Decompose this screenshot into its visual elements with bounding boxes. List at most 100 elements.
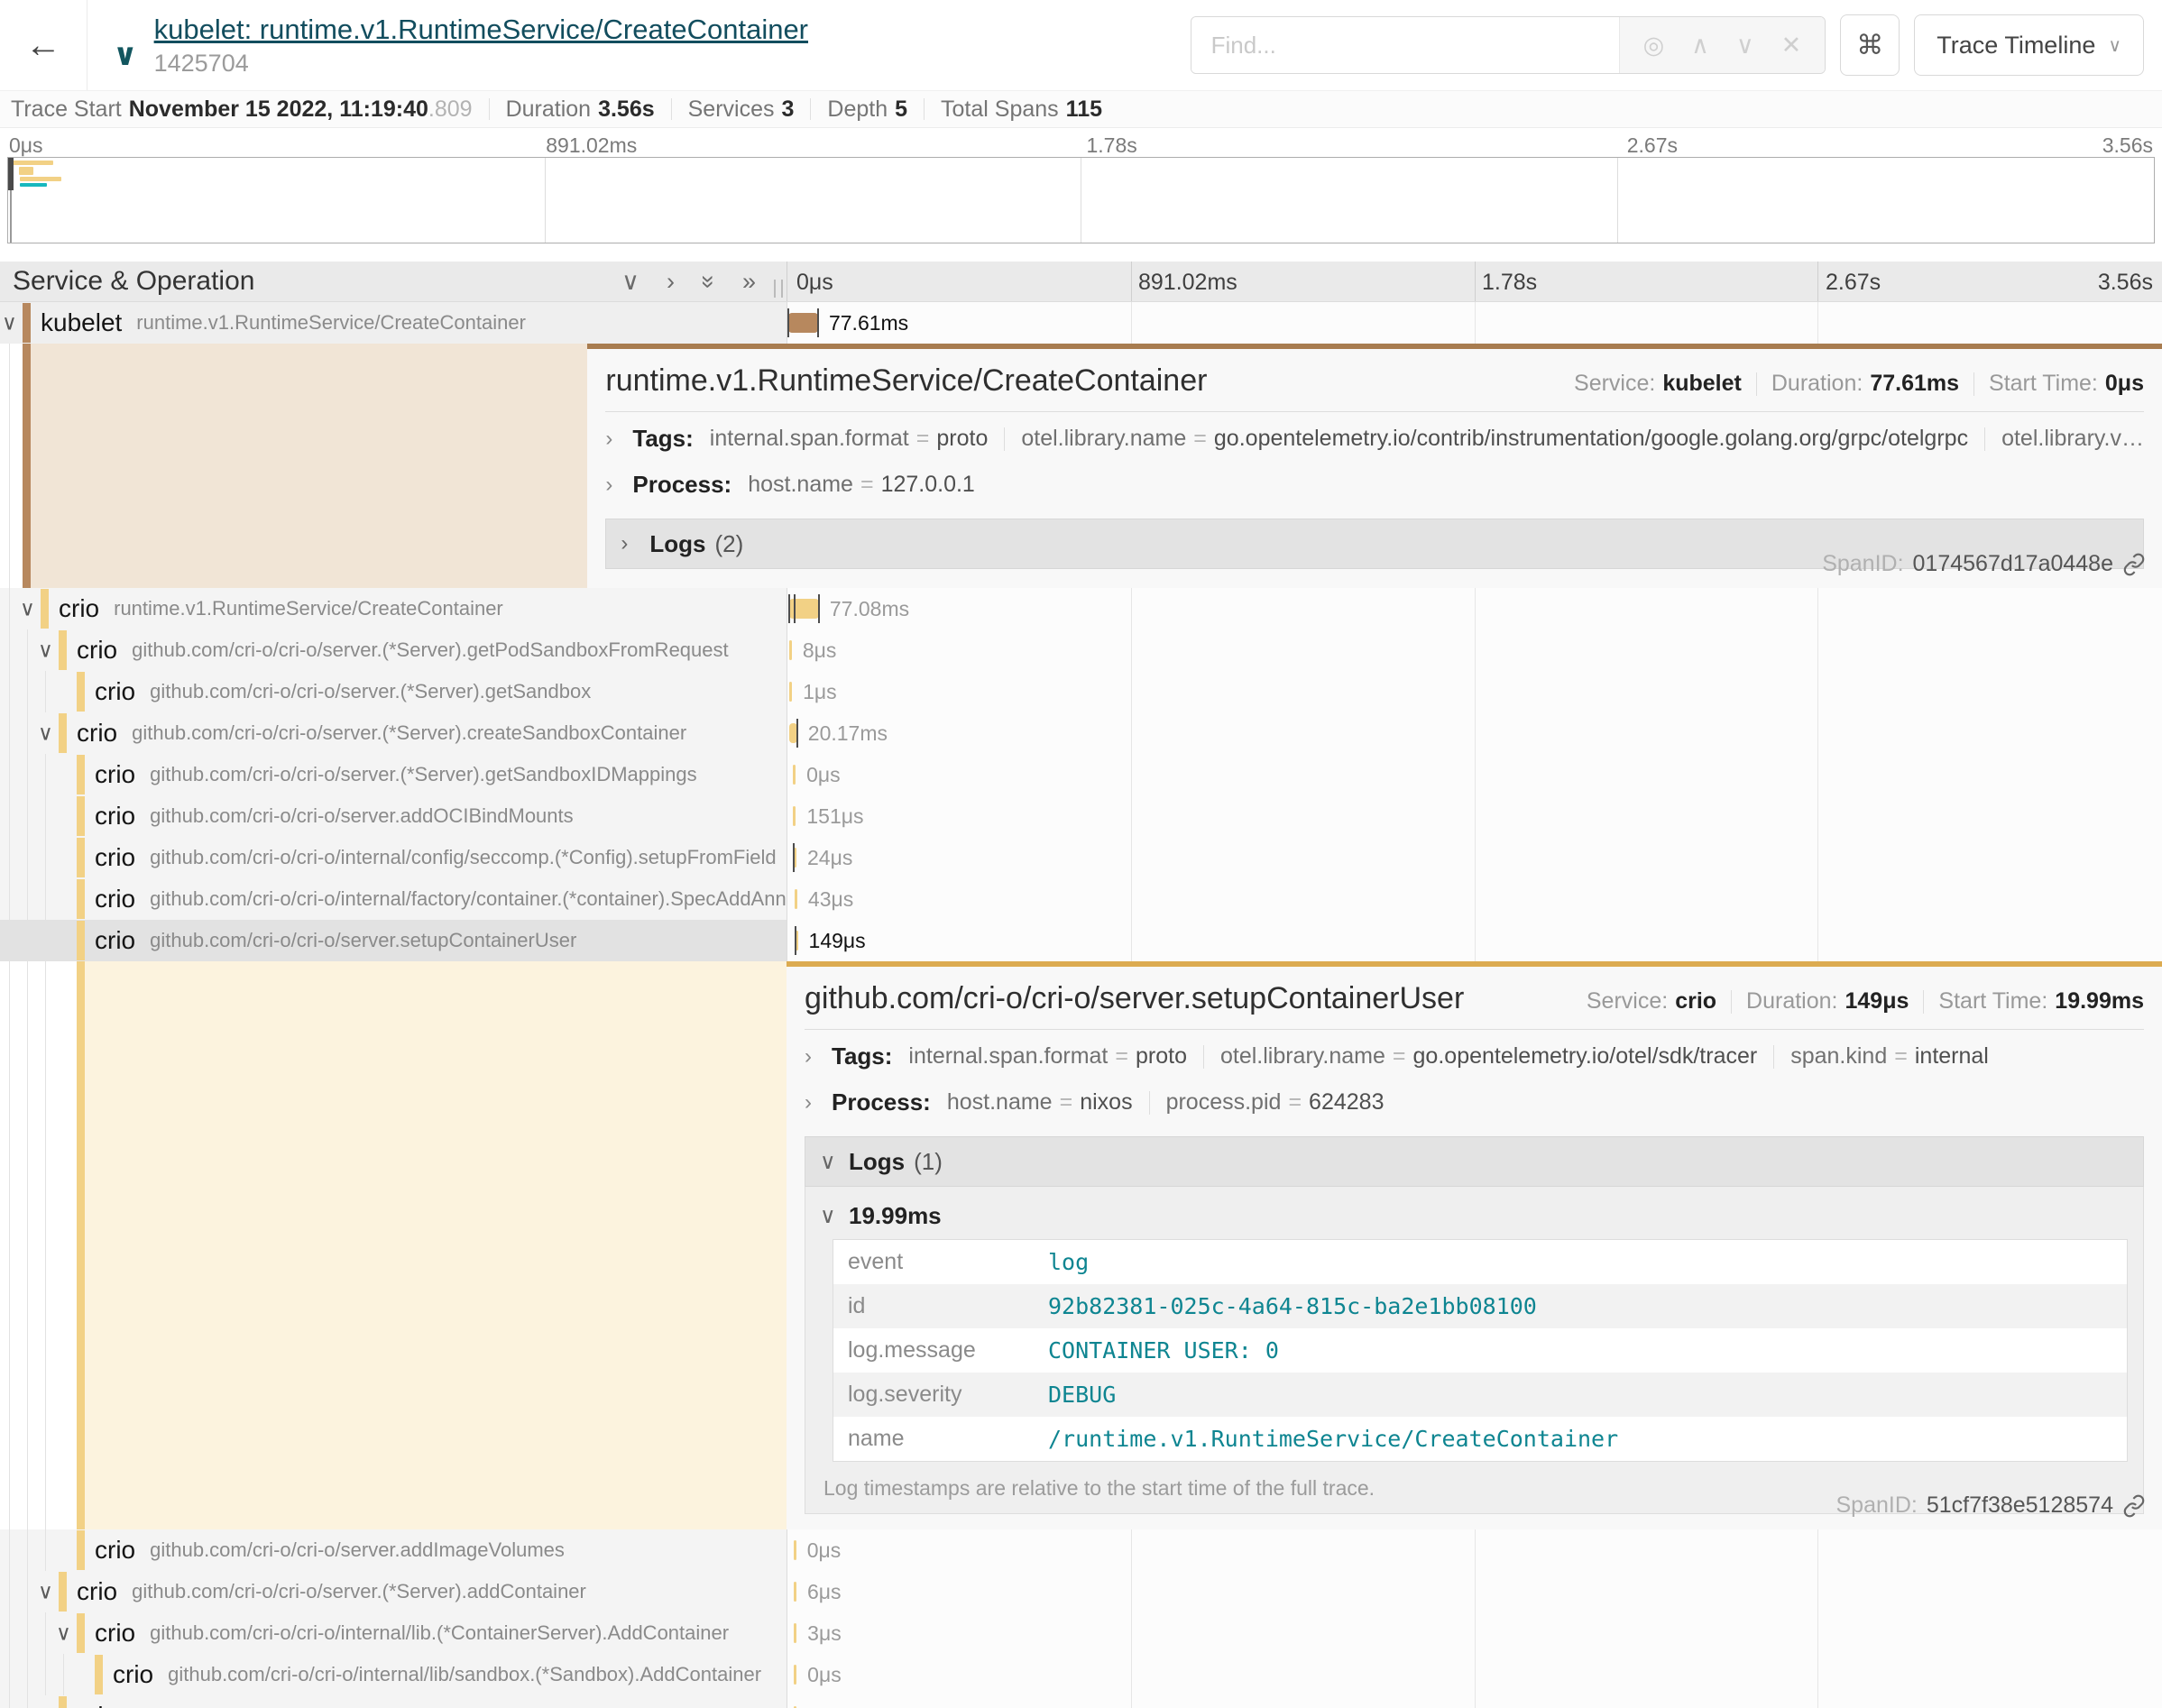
span-bar[interactable] — [789, 599, 819, 619]
span-bar[interactable] — [788, 313, 818, 333]
minimap-scrubber-handle[interactable] — [8, 158, 14, 190]
span-row[interactable]: ∨criogithub.com/cri-o/cri-o/server.(*Ser… — [0, 1571, 2162, 1612]
span-bar[interactable] — [794, 1540, 796, 1560]
copy-link-icon[interactable] — [2122, 1494, 2146, 1518]
span-bar[interactable] — [794, 1582, 796, 1602]
clear-search-icon[interactable]: ✕ — [1781, 32, 1802, 60]
span-name-cell[interactable]: criogithub.com/cri-o/cri-o/server.addOCI… — [0, 795, 787, 837]
span-bar[interactable] — [794, 848, 796, 868]
span-row[interactable]: criogithub.com/cri-o/cri-o/internal/fact… — [0, 878, 2162, 920]
locate-icon[interactable]: ◎ — [1643, 32, 1665, 60]
span-bar[interactable] — [789, 640, 792, 660]
trace-title-link[interactable]: kubelet: runtime.v1.RuntimeService/Creat… — [154, 14, 808, 45]
span-bar[interactable] — [793, 806, 796, 826]
collapse-trace-chevron-icon[interactable]: ∨ — [113, 37, 138, 73]
span-name-cell[interactable]: criogithub.com/cri-o/cri-o/server.(*Serv… — [0, 671, 787, 712]
tag-pill[interactable]: process.pid=624283 — [1166, 1089, 1385, 1116]
span-timeline-cell[interactable]: 77.08ms — [787, 588, 2162, 629]
span-bar[interactable] — [795, 889, 797, 909]
collapse-all-icon[interactable]: » — [695, 274, 722, 288]
process-accordion[interactable]: › Process: host.name=nixosprocess.pid=62… — [805, 1079, 2144, 1125]
column-resize-handle[interactable] — [774, 280, 783, 298]
span-row[interactable]: criogithub.com/cri-o/cri-o/server.(*Serv… — [0, 754, 2162, 795]
span-timeline-cell[interactable]: 24μs — [787, 837, 2162, 878]
tag-pill[interactable]: internal.span.format=proto — [908, 1043, 1187, 1070]
expand-all-icon[interactable]: » — [742, 268, 756, 296]
span-name-cell[interactable]: criogithub.com/cri-o/cri-o/server.(*Serv… — [0, 1695, 787, 1708]
span-name-cell[interactable]: ∨criogithub.com/cri-o/cri-o/internal/lib… — [0, 1612, 787, 1654]
trace-minimap[interactable] — [7, 157, 2155, 243]
tag-pill[interactable]: otel.library.name=go.opentelemetry.io/ot… — [1220, 1043, 1757, 1070]
span-timeline-cell[interactable]: 6μs — [787, 1571, 2162, 1612]
expand-chevron-icon[interactable]: ∨ — [38, 638, 53, 663]
tags-accordion[interactable]: › Tags: internal.span.format=protootel.l… — [605, 416, 2144, 462]
span-row[interactable]: criogithub.com/cri-o/cri-o/internal/conf… — [0, 837, 2162, 878]
span-bar[interactable] — [789, 682, 792, 702]
back-button[interactable]: ← — [0, 0, 87, 90]
expand-chevron-icon[interactable]: ∨ — [38, 721, 53, 746]
span-timeline-cell[interactable]: 77.61ms — [787, 302, 2162, 344]
tag-pill[interactable]: otel.library.v… — [2001, 426, 2144, 452]
span-timeline-cell[interactable]: 1μs — [787, 671, 2162, 712]
span-timeline-cell[interactable]: 149μs — [787, 920, 2162, 961]
find-input[interactable] — [1191, 17, 1619, 73]
tag-pill[interactable]: host.name=nixos — [947, 1089, 1133, 1116]
expand-one-icon[interactable]: › — [667, 268, 675, 296]
span-row[interactable]: ∨kubeletruntime.v1.RuntimeService/Create… — [0, 302, 2162, 344]
span-name-cell[interactable]: ∨criogithub.com/cri-o/cri-o/server.(*Ser… — [0, 712, 787, 754]
log-timestamp-accordion[interactable]: ∨ 19.99ms — [820, 1192, 2129, 1239]
logs-accordion-expanded[interactable]: ∨ Logs (1) — [805, 1136, 2144, 1187]
expand-chevron-icon[interactable]: ∨ — [56, 1621, 71, 1646]
next-result-icon[interactable]: ∨ — [1736, 32, 1754, 60]
span-timeline-cell[interactable]: 8μs — [787, 629, 2162, 671]
tag-pill[interactable]: internal.span.format=proto — [710, 426, 989, 452]
span-timeline-cell[interactable]: 0μs — [787, 1529, 2162, 1571]
span-name-cell[interactable]: ∨crioruntime.v1.RuntimeService/CreateCon… — [0, 588, 787, 629]
span-bar[interactable] — [793, 765, 796, 785]
span-row[interactable]: criogithub.com/cri-o/cri-o/server.(*Serv… — [0, 1695, 2162, 1708]
span-row[interactable]: ∨crioruntime.v1.RuntimeService/CreateCon… — [0, 588, 2162, 629]
span-row[interactable]: criogithub.com/cri-o/cri-o/server.setupC… — [0, 920, 2162, 961]
span-timeline-cell[interactable]: 0μs — [787, 1654, 2162, 1695]
span-row[interactable]: ∨criogithub.com/cri-o/cri-o/server.(*Ser… — [0, 712, 2162, 754]
span-timeline-cell[interactable]: 0μs — [787, 1695, 2162, 1708]
tag-pill[interactable]: otel.library.name=go.opentelemetry.io/co… — [1021, 426, 1968, 452]
expand-chevron-icon[interactable]: ∨ — [38, 1580, 53, 1604]
span-name-cell[interactable]: criogithub.com/cri-o/cri-o/internal/lib/… — [0, 1654, 787, 1695]
span-timeline-cell[interactable]: 43μs — [787, 878, 2162, 920]
span-row[interactable]: criogithub.com/cri-o/cri-o/internal/lib/… — [0, 1654, 2162, 1695]
span-timeline-cell[interactable]: 0μs — [787, 754, 2162, 795]
span-row[interactable]: ∨criogithub.com/cri-o/cri-o/internal/lib… — [0, 1612, 2162, 1654]
span-bar[interactable] — [794, 1665, 796, 1685]
span-bar[interactable] — [794, 1623, 796, 1643]
span-bar[interactable] — [789, 723, 797, 743]
span-name-cell[interactable]: criogithub.com/cri-o/cri-o/internal/conf… — [0, 837, 787, 878]
span-name-cell[interactable]: ∨kubeletruntime.v1.RuntimeService/Create… — [0, 302, 787, 344]
detail-span-title[interactable]: runtime.v1.RuntimeService/CreateContaine… — [605, 363, 1574, 399]
span-timeline-cell[interactable]: 3μs — [787, 1612, 2162, 1654]
span-timeline-cell[interactable]: 151μs — [787, 795, 2162, 837]
process-accordion[interactable]: › Process: host.name=127.0.0.1 — [605, 462, 2144, 508]
prev-result-icon[interactable]: ∧ — [1691, 32, 1709, 60]
span-row[interactable]: criogithub.com/cri-o/cri-o/server.addIma… — [0, 1529, 2162, 1571]
span-name-cell[interactable]: criogithub.com/cri-o/cri-o/server.addIma… — [0, 1529, 787, 1571]
span-row[interactable]: criogithub.com/cri-o/cri-o/server.(*Serv… — [0, 671, 2162, 712]
expand-chevron-icon[interactable]: ∨ — [20, 597, 35, 621]
span-row[interactable]: criogithub.com/cri-o/cri-o/server.addOCI… — [0, 795, 2162, 837]
span-name-cell[interactable]: criogithub.com/cri-o/cri-o/server.(*Serv… — [0, 754, 787, 795]
span-name-cell[interactable]: criogithub.com/cri-o/cri-o/internal/fact… — [0, 878, 787, 920]
span-name-cell[interactable]: criogithub.com/cri-o/cri-o/server.setupC… — [0, 920, 787, 961]
copy-link-icon[interactable] — [2122, 553, 2146, 576]
span-row[interactable]: ∨criogithub.com/cri-o/cri-o/server.(*Ser… — [0, 629, 2162, 671]
span-name-cell[interactable]: ∨criogithub.com/cri-o/cri-o/server.(*Ser… — [0, 1571, 787, 1612]
tag-pill[interactable]: span.kind=internal — [1790, 1043, 1989, 1070]
collapse-one-icon[interactable]: ∨ — [621, 268, 639, 296]
span-name-cell[interactable]: ∨criogithub.com/cri-o/cri-o/server.(*Ser… — [0, 629, 787, 671]
expand-chevron-icon[interactable]: ∨ — [2, 311, 17, 335]
span-timeline-cell[interactable]: 20.17ms — [787, 712, 2162, 754]
detail-span-title[interactable]: github.com/cri-o/cri-o/server.setupConta… — [805, 981, 1587, 1016]
keyboard-shortcuts-button[interactable]: ⌘ — [1840, 14, 1900, 76]
view-selector-button[interactable]: Trace Timeline ∨ — [1914, 14, 2144, 76]
tag-pill[interactable]: host.name=127.0.0.1 — [748, 472, 975, 498]
span-bar[interactable] — [796, 931, 798, 950]
